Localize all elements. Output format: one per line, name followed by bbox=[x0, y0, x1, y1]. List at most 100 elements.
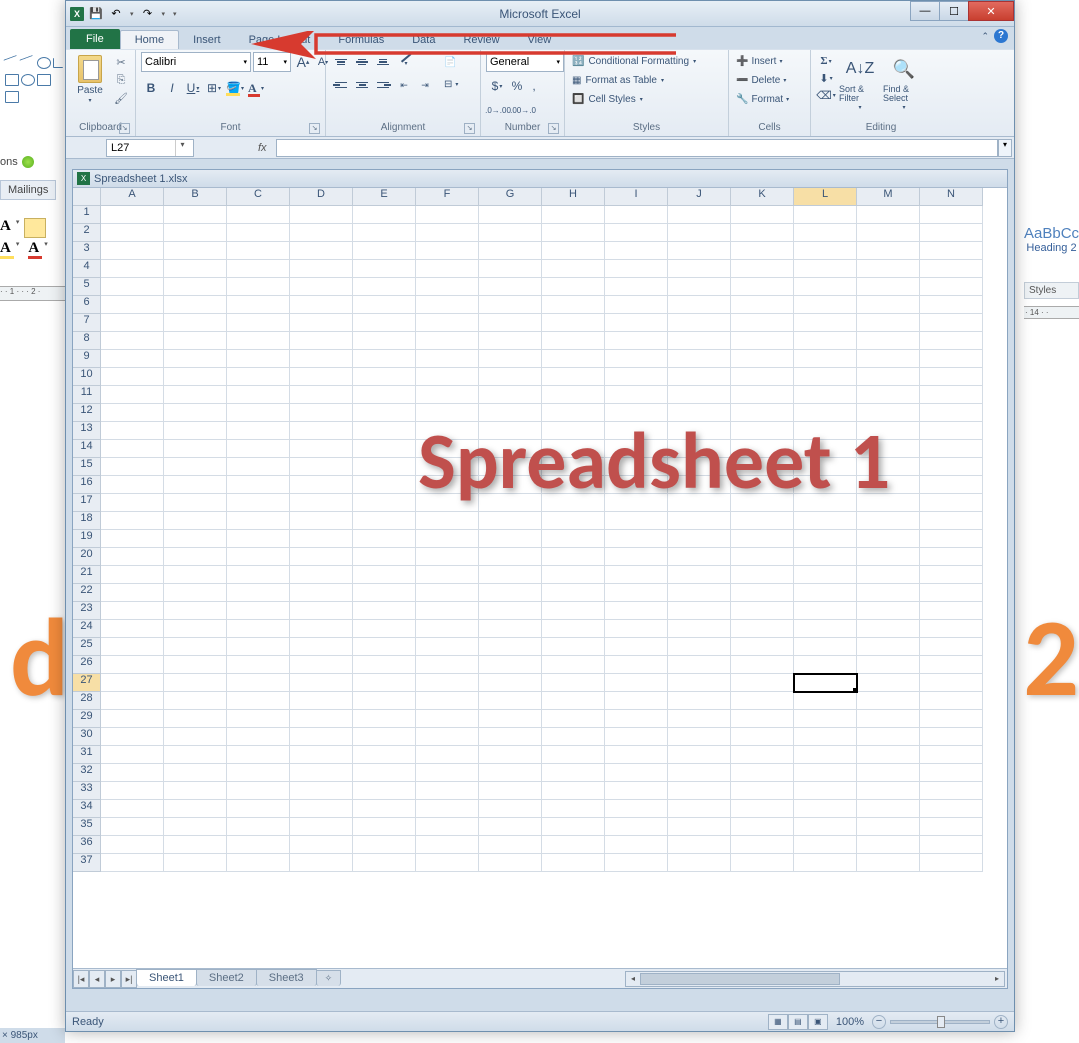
cell-C21[interactable] bbox=[227, 566, 290, 584]
cell-D7[interactable] bbox=[290, 314, 353, 332]
align-top[interactable] bbox=[331, 52, 351, 72]
cell-H23[interactable] bbox=[542, 602, 605, 620]
fill-color-button[interactable]: 🪣▾ bbox=[225, 78, 245, 98]
cell-F14[interactable] bbox=[416, 440, 479, 458]
cell-K28[interactable] bbox=[731, 692, 794, 710]
cell-N24[interactable] bbox=[920, 620, 983, 638]
cell-L24[interactable] bbox=[794, 620, 857, 638]
currency-button[interactable]: $▾ bbox=[486, 76, 508, 96]
cell-M27[interactable] bbox=[857, 674, 920, 692]
cell-A25[interactable] bbox=[101, 638, 164, 656]
cell-J36[interactable] bbox=[668, 836, 731, 854]
cell-M18[interactable] bbox=[857, 512, 920, 530]
cell-K2[interactable] bbox=[731, 224, 794, 242]
cell-B32[interactable] bbox=[164, 764, 227, 782]
cell-H7[interactable] bbox=[542, 314, 605, 332]
cell-B14[interactable] bbox=[164, 440, 227, 458]
cell-C25[interactable] bbox=[227, 638, 290, 656]
cell-H5[interactable] bbox=[542, 278, 605, 296]
cell-F9[interactable] bbox=[416, 350, 479, 368]
cell-G15[interactable] bbox=[479, 458, 542, 476]
cell-C17[interactable] bbox=[227, 494, 290, 512]
cell-E28[interactable] bbox=[353, 692, 416, 710]
number-format-select[interactable]: General▾ bbox=[486, 52, 564, 72]
cell-B19[interactable] bbox=[164, 530, 227, 548]
cell-D17[interactable] bbox=[290, 494, 353, 512]
cell-E16[interactable] bbox=[353, 476, 416, 494]
cell-F20[interactable] bbox=[416, 548, 479, 566]
cell-C26[interactable] bbox=[227, 656, 290, 674]
cell-D1[interactable] bbox=[290, 206, 353, 224]
cell-F12[interactable] bbox=[416, 404, 479, 422]
cell-B34[interactable] bbox=[164, 800, 227, 818]
increase-decimal[interactable]: .0→.00 bbox=[486, 100, 510, 120]
cell-N13[interactable] bbox=[920, 422, 983, 440]
cell-D36[interactable] bbox=[290, 836, 353, 854]
alignment-launcher[interactable]: ↘ bbox=[464, 123, 475, 134]
cell-J14[interactable] bbox=[668, 440, 731, 458]
cell-N17[interactable] bbox=[920, 494, 983, 512]
cell-B26[interactable] bbox=[164, 656, 227, 674]
cell-F3[interactable] bbox=[416, 242, 479, 260]
cell-L20[interactable] bbox=[794, 548, 857, 566]
row-header-34[interactable]: 34 bbox=[73, 800, 101, 818]
cell-G34[interactable] bbox=[479, 800, 542, 818]
sort-filter-button[interactable]: A↓Z Sort & Filter▾ bbox=[839, 52, 881, 111]
cell-F37[interactable] bbox=[416, 854, 479, 872]
name-box[interactable]: L27▾ bbox=[106, 139, 194, 157]
cell-M16[interactable] bbox=[857, 476, 920, 494]
clipboard-launcher[interactable]: ↘ bbox=[119, 123, 130, 134]
cell-C22[interactable] bbox=[227, 584, 290, 602]
cut-button[interactable]: ✂ bbox=[112, 54, 130, 70]
cell-F29[interactable] bbox=[416, 710, 479, 728]
cell-I15[interactable] bbox=[605, 458, 668, 476]
cell-H13[interactable] bbox=[542, 422, 605, 440]
cell-C30[interactable] bbox=[227, 728, 290, 746]
cell-F5[interactable] bbox=[416, 278, 479, 296]
cell-G36[interactable] bbox=[479, 836, 542, 854]
cell-C31[interactable] bbox=[227, 746, 290, 764]
row-header-33[interactable]: 33 bbox=[73, 782, 101, 800]
cell-I37[interactable] bbox=[605, 854, 668, 872]
cell-D34[interactable] bbox=[290, 800, 353, 818]
cell-F31[interactable] bbox=[416, 746, 479, 764]
cell-E27[interactable] bbox=[353, 674, 416, 692]
col-header-D[interactable]: D bbox=[290, 188, 353, 206]
cell-D3[interactable] bbox=[290, 242, 353, 260]
view-page-break[interactable]: ▣ bbox=[808, 1014, 828, 1030]
cell-D32[interactable] bbox=[290, 764, 353, 782]
cell-J24[interactable] bbox=[668, 620, 731, 638]
cell-H14[interactable] bbox=[542, 440, 605, 458]
sheet-nav-last[interactable]: ▸| bbox=[121, 970, 137, 988]
cell-E30[interactable] bbox=[353, 728, 416, 746]
align-center[interactable] bbox=[352, 75, 372, 95]
cell-M2[interactable] bbox=[857, 224, 920, 242]
row-header-2[interactable]: 2 bbox=[73, 224, 101, 242]
comma-button[interactable]: , bbox=[526, 76, 542, 96]
cell-B5[interactable] bbox=[164, 278, 227, 296]
cell-L25[interactable] bbox=[794, 638, 857, 656]
cell-H33[interactable] bbox=[542, 782, 605, 800]
cell-K4[interactable] bbox=[731, 260, 794, 278]
cell-I4[interactable] bbox=[605, 260, 668, 278]
cell-B1[interactable] bbox=[164, 206, 227, 224]
cell-C6[interactable] bbox=[227, 296, 290, 314]
cell-B21[interactable] bbox=[164, 566, 227, 584]
cell-K1[interactable] bbox=[731, 206, 794, 224]
cell-G30[interactable] bbox=[479, 728, 542, 746]
cell-K22[interactable] bbox=[731, 584, 794, 602]
orientation[interactable]: ▾ bbox=[394, 52, 418, 72]
cell-N22[interactable] bbox=[920, 584, 983, 602]
sheet-nav-first[interactable]: |◂ bbox=[73, 970, 89, 988]
cell-L13[interactable] bbox=[794, 422, 857, 440]
cell-L11[interactable] bbox=[794, 386, 857, 404]
cell-E17[interactable] bbox=[353, 494, 416, 512]
cell-F8[interactable] bbox=[416, 332, 479, 350]
cell-I16[interactable] bbox=[605, 476, 668, 494]
cell-D14[interactable] bbox=[290, 440, 353, 458]
row-header-16[interactable]: 16 bbox=[73, 476, 101, 494]
cell-E12[interactable] bbox=[353, 404, 416, 422]
cell-N2[interactable] bbox=[920, 224, 983, 242]
row-header-18[interactable]: 18 bbox=[73, 512, 101, 530]
cell-B12[interactable] bbox=[164, 404, 227, 422]
